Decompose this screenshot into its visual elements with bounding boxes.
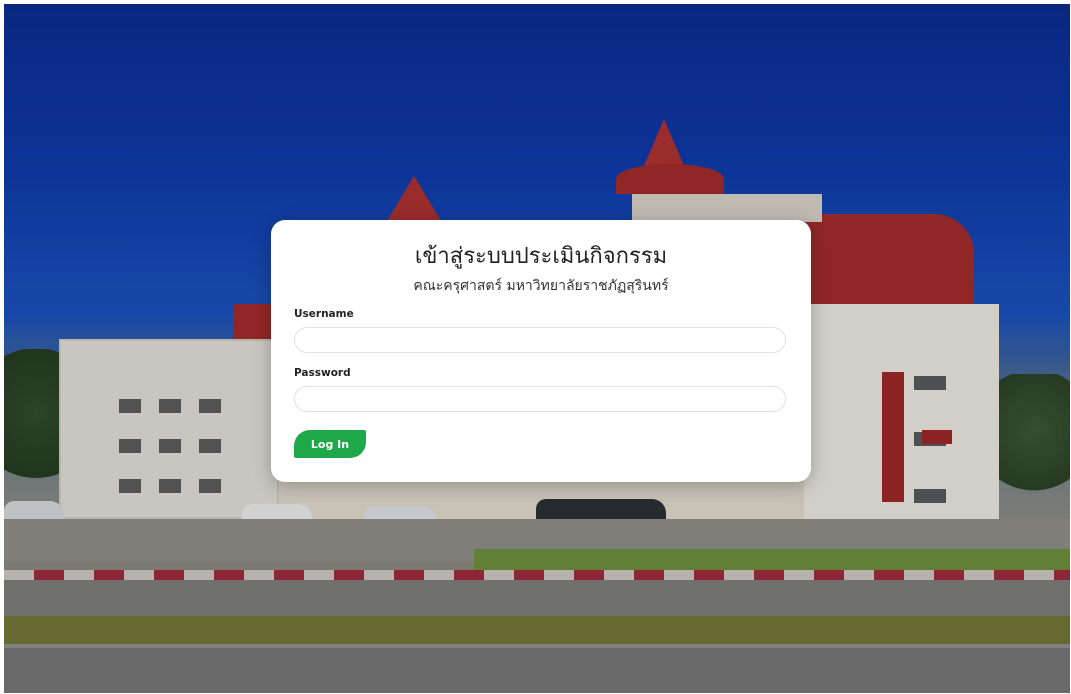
login-button[interactable]: Log In	[294, 430, 366, 458]
username-input[interactable]	[294, 327, 786, 353]
login-card: เข้าสู่ระบบประเมินกิจกรรม คณะครุศาสตร์ ม…	[271, 220, 811, 482]
username-label: Username	[294, 308, 354, 320]
login-subtitle: คณะครุศาสตร์ มหาวิทยาลัยราชภัฏสุรินทร์	[413, 278, 669, 294]
password-label: Password	[294, 367, 351, 379]
login-title: เข้าสู่ระบบประเมินกิจกรรม	[414, 244, 668, 269]
password-input[interactable]	[294, 386, 786, 412]
